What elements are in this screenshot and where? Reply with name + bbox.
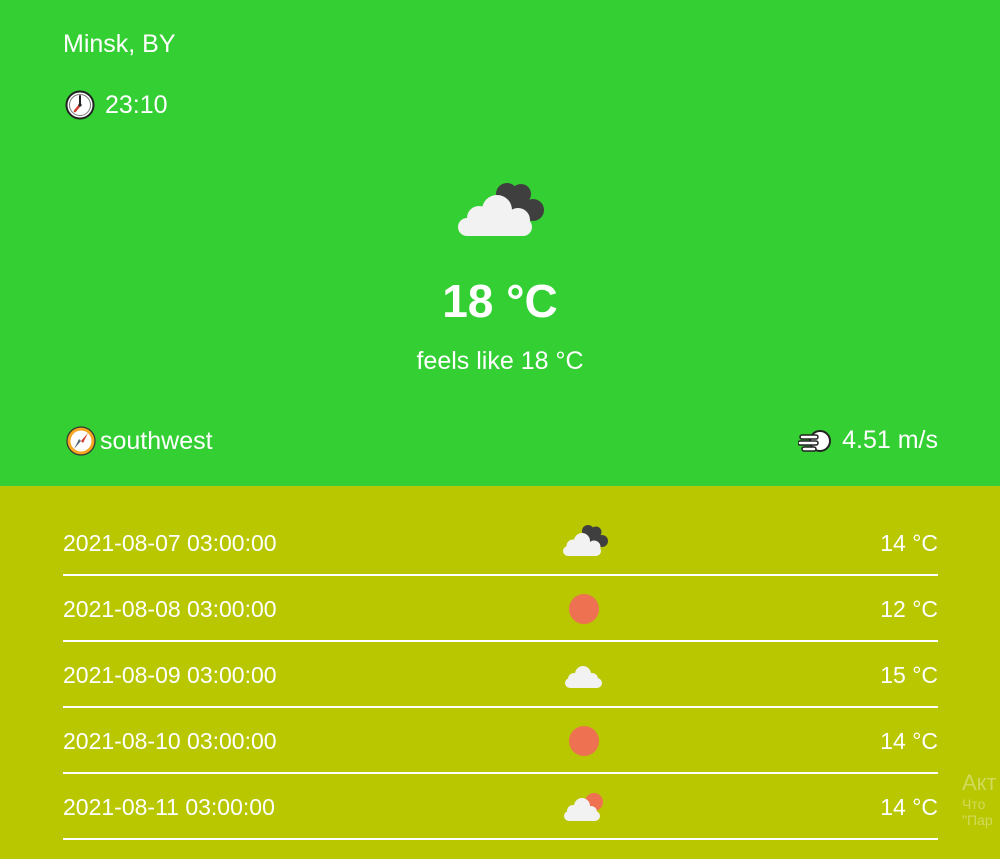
forecast-row: 2021-08-10 03:00:00 14 °C	[63, 708, 938, 774]
forecast-date: 2021-08-07 03:00:00	[63, 530, 277, 556]
sun-icon	[569, 726, 599, 756]
time-text: 23:10	[105, 90, 168, 119]
wind-direction: southwest	[66, 426, 213, 456]
forecast-temp: 14 °C	[880, 530, 938, 556]
watermark-line: "Пар	[962, 812, 993, 828]
forecast-date: 2021-08-08 03:00:00	[63, 596, 277, 622]
cloudy-night-icon	[563, 525, 608, 556]
wind-speed-text: 4.51 m/s	[842, 426, 938, 454]
activation-watermark: Акт Что "Пар	[962, 770, 997, 828]
watermark-line: Что	[962, 796, 986, 812]
forecast-temp: 14 °C	[880, 728, 938, 754]
forecast-temp: 15 °C	[880, 662, 938, 688]
forecast-temp: 14 °C	[880, 794, 938, 820]
current-weather-panel: Minsk, BY 23:10 18 °C feels like 18 °C s…	[0, 0, 1000, 486]
wind-direction-text: southwest	[100, 426, 213, 455]
forecast-date: 2021-08-10 03:00:00	[63, 728, 277, 754]
watermark-line: Акт	[962, 770, 997, 795]
forecast-row: 2021-08-07 03:00:00 14 °C	[63, 510, 938, 576]
clock-icon	[65, 90, 95, 120]
forecast-row: 2021-08-11 03:00:00 14 °C	[63, 774, 938, 840]
forecast-row: 2021-08-09 03:00:00 15 °C	[63, 642, 938, 708]
city-name: Minsk, BY	[63, 30, 176, 58]
forecast-date: 2021-08-11 03:00:00	[63, 794, 275, 820]
forecast-list: 2021-08-07 03:00:00 14 °C 2021-08-08 03:…	[63, 510, 938, 840]
cloudy-night-icon	[458, 183, 544, 236]
feels-like: feels like 18 °C	[416, 347, 584, 375]
sun-icon	[569, 594, 599, 624]
cloud-icon	[565, 666, 602, 688]
forecast-date: 2021-08-09 03:00:00	[63, 662, 277, 688]
forecast-row: 2021-08-08 03:00:00 12 °C	[63, 576, 938, 642]
local-time: 23:10	[65, 90, 168, 120]
wind-icon	[798, 429, 832, 452]
partly-cloudy-icon	[564, 793, 603, 821]
wind-speed: 4.51 m/s	[798, 426, 938, 455]
compass-icon	[66, 426, 96, 456]
forecast-temp: 12 °C	[880, 596, 938, 622]
current-temperature: 18 °C	[442, 275, 558, 327]
